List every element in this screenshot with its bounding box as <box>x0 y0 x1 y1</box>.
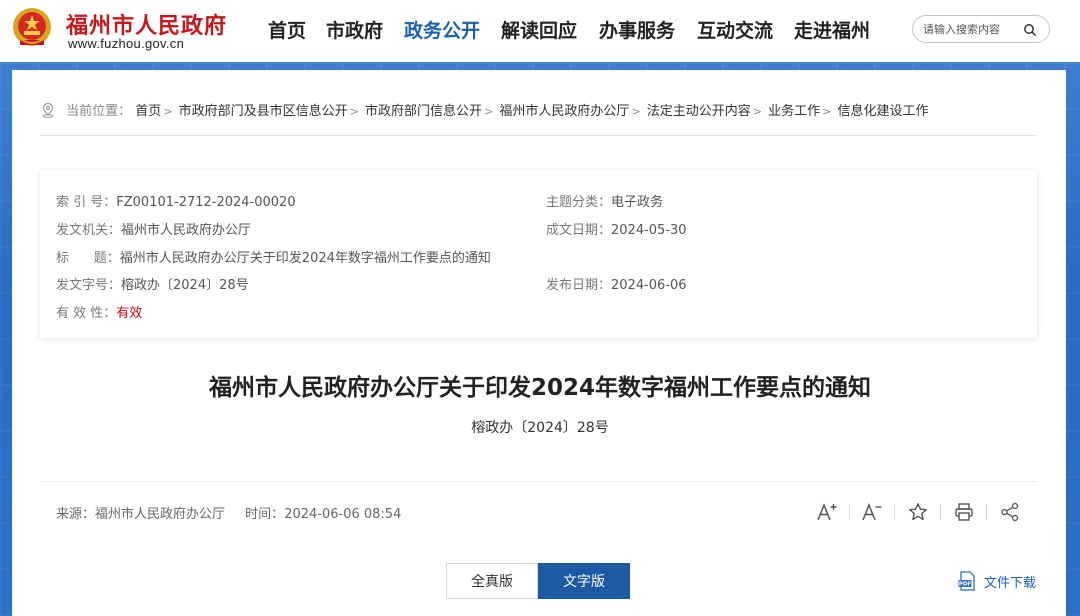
meta-title-label: 标 题： <box>56 251 120 266</box>
version-toggle: 全真版 文字版 <box>446 563 630 599</box>
meta-index-value: FZ00101-2712-2024-00020 <box>116 195 296 210</box>
meta-issuer: 发文机关：福州市人民政府办公厅 <box>56 219 251 238</box>
national-emblem-icon <box>13 8 51 46</box>
source-value: 福州市人民政府办公厅 <box>95 507 226 522</box>
site-url: www.fuzhou.gov.cn <box>68 36 185 51</box>
meta-index: 索 引 号：FZ00101-2712-2024-00020 <box>56 191 296 210</box>
font-decrease-button[interactable] <box>857 498 887 526</box>
nav-item-home[interactable]: 首页 <box>268 16 306 43</box>
chevron-right-icon: > <box>163 105 173 118</box>
font-increase-button[interactable] <box>812 498 842 526</box>
breadcrumb-item-informatization[interactable]: 信息化建设工作 <box>838 100 929 119</box>
meta-date-written: 成文日期：2024-05-30 <box>546 219 687 238</box>
meta-publish-date-value: 2024-06-06 <box>611 278 687 293</box>
meta-date-written-label: 成文日期： <box>546 223 612 238</box>
full-version-button[interactable]: 全真版 <box>446 563 538 599</box>
meta-topic-label: 主题分类： <box>546 195 612 210</box>
nav-item-city-government[interactable]: 市政府 <box>326 16 383 43</box>
meta-title-value: 福州市人民政府办公厅关于印发2024年数字福州工作要点的通知 <box>119 251 491 266</box>
nav-item-services[interactable]: 办事服务 <box>599 16 675 43</box>
meta-index-label: 索 引 号： <box>56 195 117 210</box>
toolbar-separator <box>894 504 895 520</box>
toolbar-separator <box>940 504 941 520</box>
breadcrumb-prefix: 当前位置： <box>66 104 132 119</box>
nav-item-about-fuzhou[interactable]: 走进福州 <box>794 16 870 43</box>
meta-validity: 有 效 性：有效 <box>56 302 142 321</box>
meta-issuer-label: 发文机关： <box>56 223 122 238</box>
meta-publish-date: 发布日期：2024-06-06 <box>546 274 687 293</box>
meta-publish-date-label: 发布日期： <box>546 278 612 293</box>
chevron-right-icon: > <box>349 105 359 118</box>
location-pin-icon <box>42 102 54 118</box>
pdf-file-icon: PDF <box>958 571 975 591</box>
nav-item-interpretation[interactable]: 解读回应 <box>501 16 577 43</box>
search-input[interactable] <box>923 20 1027 38</box>
share-button[interactable] <box>995 498 1025 526</box>
document-metadata-card: 索 引 号：FZ00101-2712-2024-00020 主题分类：电子政务 … <box>40 170 1037 338</box>
meta-validity-label: 有 效 性： <box>56 306 117 321</box>
document-title: 福州市人民政府办公厅关于印发2024年数字福州工作要点的通知 <box>208 375 871 401</box>
site-header: 福州市人民政府 www.fuzhou.gov.cn 首页 市政府 政务公开 解读… <box>0 0 1080 62</box>
breadcrumb-item-department-info[interactable]: 市政府部门信息公开 <box>365 100 482 119</box>
meta-issuer-value: 福州市人民政府办公厅 <box>121 223 252 238</box>
chevron-right-icon: > <box>822 105 832 118</box>
breadcrumb-item-general-office[interactable]: 福州市人民政府办公厅 <box>499 100 629 119</box>
breadcrumb: 当前位置： 首页 > 市政府部门及县市区信息公开 > 市政府部门信息公开 > 福州市人… <box>40 100 929 120</box>
time-value: 2024-06-06 08:54 <box>284 507 402 522</box>
text-version-button[interactable]: 文字版 <box>538 563 630 599</box>
meta-topic: 主题分类：电子政务 <box>546 191 663 210</box>
toolbar-separator <box>986 504 987 520</box>
content-panel <box>12 70 1066 616</box>
font-decrease-icon <box>862 502 882 521</box>
chevron-right-icon: > <box>752 105 763 118</box>
breadcrumb-item-departments[interactable]: 市政府部门及县市区信息公开 <box>179 100 348 119</box>
meta-date-written-value: 2024-05-30 <box>611 223 687 238</box>
meta-topic-value: 电子政务 <box>611 195 664 210</box>
search-box <box>912 15 1050 43</box>
share-icon <box>1001 502 1019 522</box>
document-source-line: 来源：福州市人民政府办公厅 时间：2024-06-06 08:54 <box>56 503 401 522</box>
breadcrumb-item-home[interactable]: 首页 <box>135 100 161 119</box>
toolbar-separator <box>849 504 850 520</box>
breadcrumb-item-statutory-content[interactable]: 法定主动公开内容 <box>647 100 751 119</box>
meta-doc-number-value: 榕政办〔2024〕28号 <box>121 278 249 293</box>
font-increase-icon <box>817 502 837 521</box>
meta-title: 标 题：福州市人民政府办公厅关于印发2024年数字福州工作要点的通知 <box>56 247 491 266</box>
search-icon[interactable] <box>1023 23 1037 37</box>
divider <box>40 481 1037 482</box>
meta-validity-value: 有效 <box>116 306 143 321</box>
nav-item-interaction[interactable]: 互动交流 <box>697 16 773 43</box>
favorite-button[interactable] <box>903 498 933 526</box>
print-icon <box>955 503 973 521</box>
document-number: 榕政办〔2024〕28号 <box>471 420 609 436</box>
time-label: 时间： <box>245 507 285 522</box>
file-download-label: 文件下载 <box>984 576 1037 591</box>
nav-item-government-affairs[interactable]: 政务公开 <box>404 16 480 43</box>
star-icon <box>909 503 927 521</box>
source-label: 来源： <box>56 507 96 522</box>
divider <box>40 135 1037 136</box>
print-button[interactable] <box>949 498 979 526</box>
chevron-right-icon: > <box>484 105 494 118</box>
meta-doc-number: 发文字号：榕政办〔2024〕28号 <box>56 274 249 293</box>
pdf-icon-label: PDF <box>959 582 972 588</box>
chevron-right-icon: > <box>631 105 641 118</box>
meta-doc-number-label: 发文字号： <box>56 278 122 293</box>
breadcrumb-item-business-work[interactable]: 业务工作 <box>768 100 820 119</box>
